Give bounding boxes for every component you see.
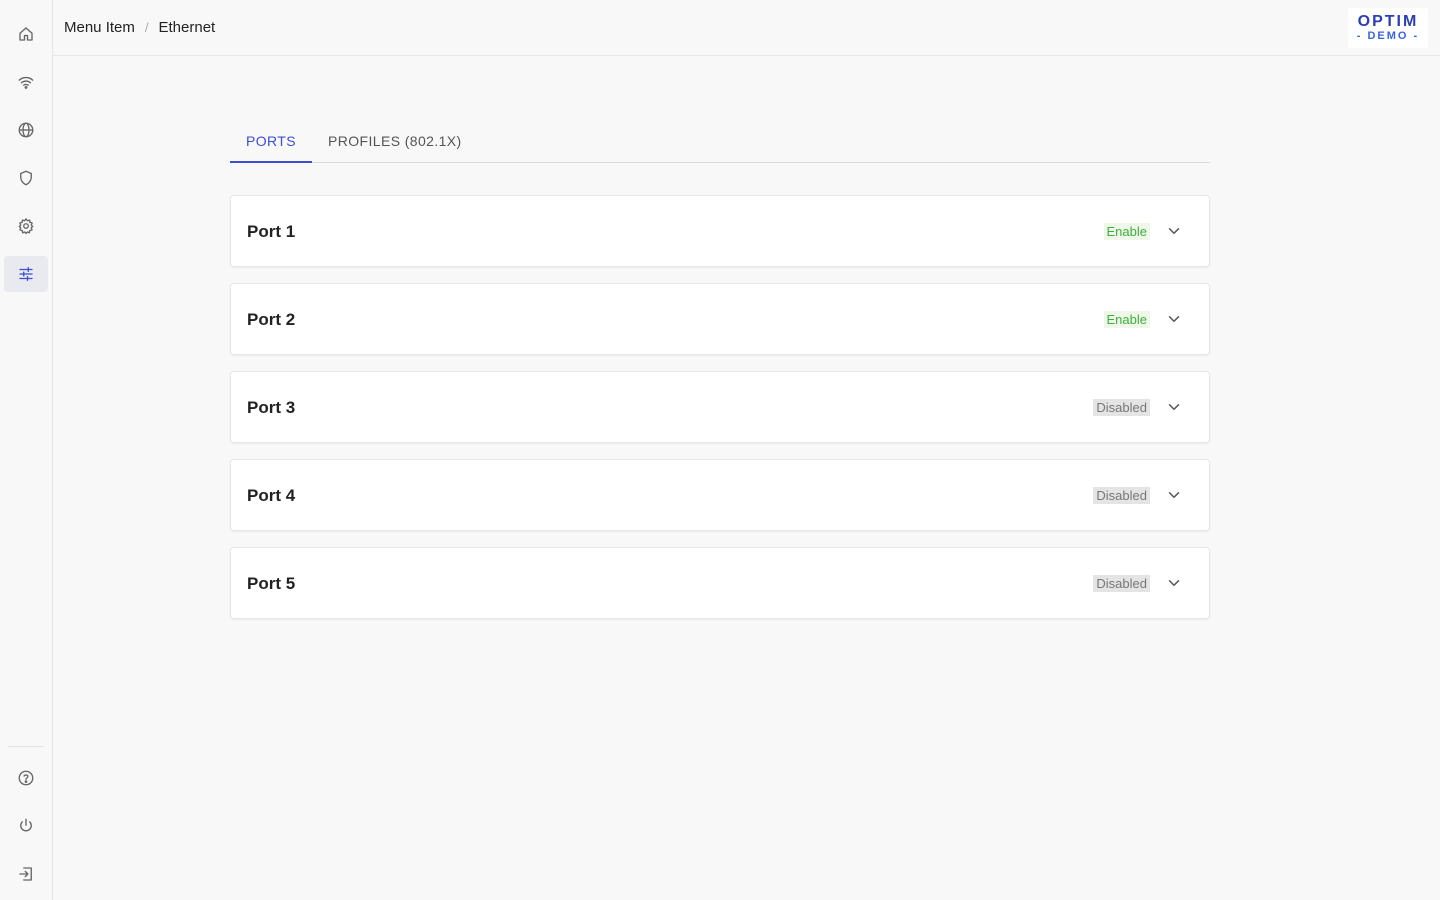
port-list: Port 1 Enable Port 2 Enable Port 3 Disab… bbox=[230, 195, 1210, 635]
port-name: Port 2 bbox=[247, 310, 296, 329]
port-name: Port 5 bbox=[247, 574, 296, 593]
globe-icon bbox=[18, 122, 34, 138]
status-badge: Enable bbox=[1103, 223, 1150, 240]
port-card-5[interactable]: Port 5 Disabled bbox=[230, 547, 1210, 619]
nav-help-button[interactable] bbox=[4, 760, 48, 796]
port-name: Port 3 bbox=[247, 398, 296, 417]
chevron-down-icon[interactable] bbox=[1165, 222, 1183, 240]
chevron-down-icon[interactable] bbox=[1165, 398, 1183, 416]
nav-globe-button[interactable] bbox=[4, 112, 48, 148]
breadcrumb-item-current: Ethernet bbox=[158, 19, 216, 36]
sliders-icon bbox=[19, 266, 33, 282]
tab-profiles[interactable]: PROFILES (802.1X) bbox=[312, 120, 478, 162]
port-name: Port 4 bbox=[247, 486, 296, 505]
tab-bar: PORTS PROFILES (802.1X) bbox=[230, 120, 1210, 163]
breadcrumb-separator: / bbox=[144, 20, 149, 35]
logo-main-text: OPTIM bbox=[1357, 13, 1419, 30]
chevron-down-icon[interactable] bbox=[1165, 574, 1183, 592]
nav-security-button[interactable] bbox=[4, 160, 48, 196]
status-badge: Enable bbox=[1103, 311, 1150, 328]
logout-icon bbox=[19, 867, 32, 881]
port-card-2[interactable]: Port 2 Enable bbox=[230, 283, 1210, 355]
port-card-1[interactable]: Port 1 Enable bbox=[230, 195, 1210, 267]
chevron-down-icon[interactable] bbox=[1165, 310, 1183, 328]
port-card-4[interactable]: Port 4 Disabled bbox=[230, 459, 1210, 531]
sidebar-divider bbox=[8, 746, 44, 747]
nav-power-button[interactable] bbox=[4, 808, 48, 844]
status-badge: Disabled bbox=[1093, 399, 1150, 416]
wifi-icon bbox=[18, 76, 34, 89]
power-icon bbox=[20, 818, 32, 832]
logo-sub-text: - DEMO - bbox=[1356, 30, 1420, 42]
port-card-3[interactable]: Port 3 Disabled bbox=[230, 371, 1210, 443]
status-badge: Disabled bbox=[1093, 487, 1150, 504]
nav-wifi-button[interactable] bbox=[4, 64, 48, 100]
status-badge: Disabled bbox=[1093, 575, 1150, 592]
brand-logo: OPTIM - DEMO - bbox=[1348, 8, 1428, 48]
port-name: Port 1 bbox=[247, 222, 296, 241]
sidebar bbox=[0, 0, 53, 900]
breadcrumb: Menu Item / Ethernet bbox=[64, 19, 215, 36]
gear-icon bbox=[18, 218, 34, 235]
nav-home-button[interactable] bbox=[4, 16, 48, 52]
nav-logout-button[interactable] bbox=[4, 856, 48, 892]
nav-settings-button[interactable] bbox=[4, 208, 48, 244]
breadcrumb-item-menu[interactable]: Menu Item bbox=[64, 19, 135, 36]
tab-ports[interactable]: PORTS bbox=[230, 120, 312, 163]
chevron-down-icon[interactable] bbox=[1165, 486, 1183, 504]
shield-icon bbox=[20, 170, 32, 186]
nav-sliders-button[interactable] bbox=[4, 256, 48, 292]
help-icon bbox=[18, 770, 34, 786]
top-bar: Menu Item / Ethernet OPTIM - DEMO - bbox=[53, 0, 1440, 56]
home-icon bbox=[19, 27, 33, 41]
